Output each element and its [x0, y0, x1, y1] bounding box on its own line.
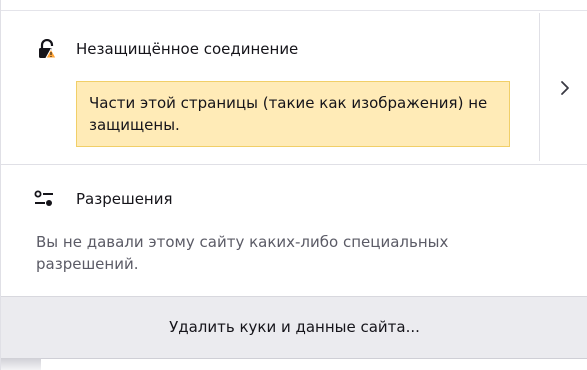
- permissions-icon: [34, 189, 54, 209]
- connection-status-title: Незащищённое соединение: [76, 40, 299, 58]
- mixed-content-warning: Части этой страницы (такие как изображен…: [76, 81, 510, 147]
- lock-warning-icon: [38, 38, 57, 59]
- permissions-title: Разрешения: [76, 190, 173, 208]
- chevron-right-icon: [558, 79, 572, 97]
- bottom-edge: [1, 358, 587, 370]
- security-info: Незащищённое соединение Части этой стран…: [1, 11, 539, 164]
- security-details-button[interactable]: [540, 11, 587, 164]
- clear-cookies-button[interactable]: Удалить куки и данные сайта...: [1, 296, 587, 358]
- permissions-description: Вы не давали этому сайту каких-либо спец…: [36, 233, 449, 273]
- security-section: Незащищённое соединение Части этой стран…: [1, 11, 587, 164]
- permissions-section: Разрешения Вы не давали этому сайту каки…: [1, 165, 587, 296]
- bottom-edge-mark: [1, 358, 41, 370]
- site-info-panel: Незащищённое соединение Части этой стран…: [0, 0, 587, 370]
